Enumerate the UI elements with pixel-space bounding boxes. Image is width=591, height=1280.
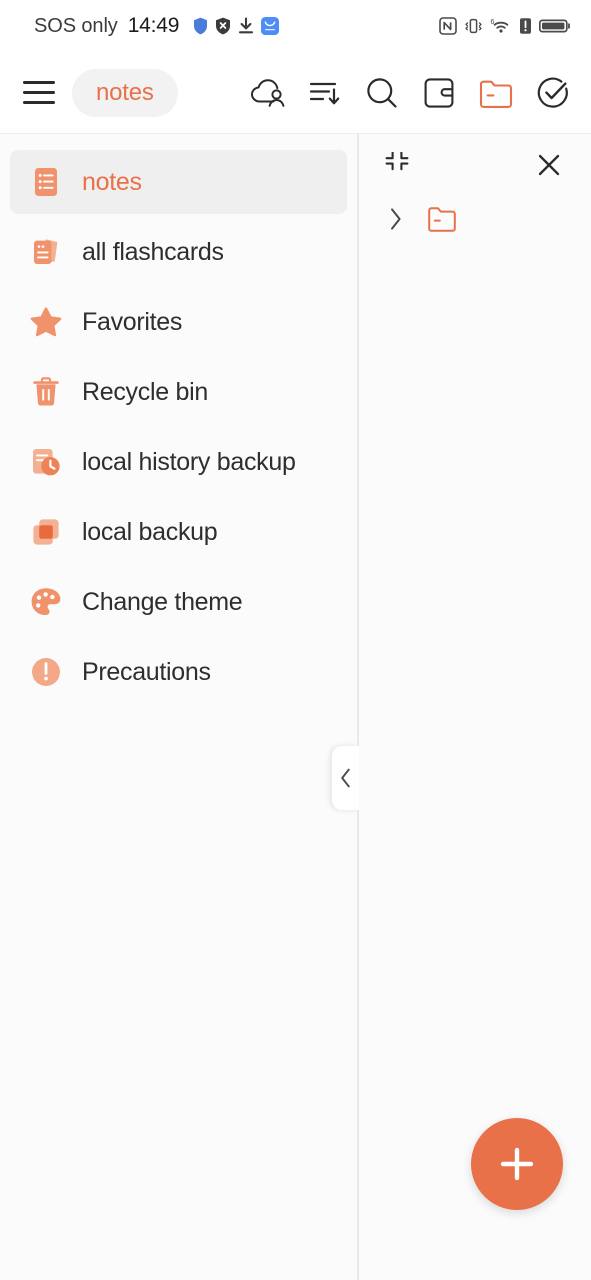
sidebar-item-all-flashcards[interactable]: all flashcards (10, 220, 347, 284)
sidebar: notes all flashcards Favorites Recycle b… (0, 134, 357, 1280)
nfc-icon (439, 17, 457, 35)
check-circle-icon (537, 77, 568, 108)
app-root: SOS only 14:49 6 notes notes all flashca… (0, 0, 591, 1280)
collapse-all-button[interactable] (377, 145, 417, 185)
app-blue-icon (261, 17, 280, 35)
sidebar-item-recycle-bin[interactable]: Recycle bin (10, 360, 347, 424)
sidebar-item-change-theme[interactable]: Change theme (10, 570, 347, 634)
hamburger-line (23, 81, 55, 84)
sort-icon (309, 82, 340, 104)
right-panel-header (359, 134, 591, 196)
download-icon (239, 17, 254, 34)
sidebar-item-label: Favorites (82, 307, 183, 336)
cloud-account-icon (251, 78, 285, 107)
trash-icon (28, 374, 64, 410)
sidebar-item-label: Change theme (82, 587, 243, 616)
main-body: notes all flashcards Favorites Recycle b… (0, 134, 591, 1280)
sort-button[interactable] (303, 71, 347, 115)
hamburger-line (23, 101, 55, 104)
sidebar-item-label: Precautions (82, 657, 211, 686)
status-bar-right: 6 (439, 17, 571, 35)
close-icon (538, 154, 560, 176)
sidebar-item-precautions[interactable]: Precautions (10, 640, 347, 704)
right-panel (359, 134, 591, 1280)
status-left-icons (193, 17, 280, 35)
folder-button[interactable] (474, 71, 518, 115)
folder-icon[interactable] (427, 204, 457, 234)
wifi-6-icon: 6 (491, 19, 509, 33)
search-button[interactable] (360, 71, 404, 115)
search-icon (367, 77, 397, 108)
add-note-fab[interactable] (471, 1118, 563, 1210)
history-backup-icon (28, 444, 64, 480)
palette-icon (28, 584, 64, 620)
collapse-corners-icon (385, 152, 409, 171)
shield-x-icon (216, 17, 231, 35)
plus-icon (500, 1147, 534, 1181)
chevron-left-icon (340, 768, 350, 788)
chevron-right-icon[interactable] (385, 205, 407, 233)
sidebar-item-label: notes (82, 167, 142, 196)
sidebar-collapse-handle[interactable] (332, 746, 359, 810)
flashcards-icon (28, 234, 64, 270)
shield-blue-icon (194, 17, 208, 35)
card-button[interactable] (417, 71, 461, 115)
alert-icon (520, 18, 531, 34)
sidebar-item-label: local history backup (82, 447, 296, 476)
status-bar-left: SOS only 14:49 (34, 14, 280, 38)
sidebar-item-label: Recycle bin (82, 377, 208, 406)
sidebar-item-notes[interactable]: notes (10, 150, 347, 214)
select-button[interactable] (531, 71, 575, 115)
warning-icon (28, 654, 64, 690)
folder-icon (479, 80, 513, 108)
card-icon (424, 77, 454, 108)
status-bar: SOS only 14:49 6 (0, 0, 591, 52)
sidebar-item-favorites[interactable]: Favorites (10, 290, 347, 354)
vibrate-icon (465, 18, 482, 34)
hamburger-menu-icon[interactable] (16, 70, 62, 116)
sidebar-item-local-backup[interactable]: local backup (10, 500, 347, 564)
page-title: notes (96, 78, 154, 106)
sidebar-item-label: local backup (82, 517, 218, 546)
folder-tree-row[interactable] (359, 196, 591, 242)
battery-icon (539, 19, 570, 33)
cloud-account-button[interactable] (246, 71, 290, 115)
sidebar-item-label: all flashcards (82, 237, 224, 266)
toolbar-actions (246, 71, 575, 115)
star-icon (28, 304, 64, 340)
note-list-icon (28, 164, 64, 200)
clock-label: 14:49 (127, 14, 180, 37)
hamburger-line (23, 91, 55, 94)
page-title-pill[interactable]: notes (72, 68, 178, 117)
app-toolbar: notes (0, 52, 591, 134)
carrier-label: SOS only (34, 14, 118, 37)
close-panel-button[interactable] (529, 145, 569, 185)
sidebar-item-local-history-backup[interactable]: local history backup (10, 430, 347, 494)
copy-backup-icon (28, 514, 64, 550)
